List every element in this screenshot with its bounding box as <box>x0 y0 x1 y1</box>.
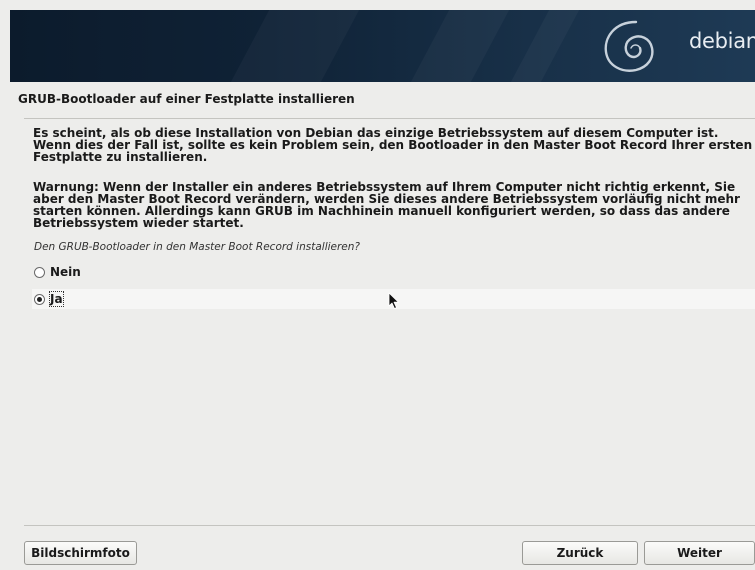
option-nein[interactable]: Nein <box>32 262 755 282</box>
brand-name: debian <box>689 29 755 53</box>
continue-button[interactable]: Weiter <box>644 541 755 565</box>
mouse-pointer-icon <box>388 292 399 309</box>
radio-selected-icon[interactable] <box>34 294 45 305</box>
question-prompt: Den GRUB-Bootloader in den Master Boot R… <box>34 241 360 253</box>
debian-wordmark: debian8 <box>689 29 755 53</box>
warning-paragraph: Warnung: Wenn der Installer ein anderes … <box>33 180 740 230</box>
debian-swirl-icon <box>604 20 654 72</box>
screenshot-button[interactable]: Bildschirmfoto <box>24 541 137 565</box>
page-title: GRUB-Bootloader auf einer Festplatte ins… <box>18 92 355 106</box>
radio-unselected-icon[interactable] <box>34 267 45 278</box>
option-label: Ja <box>49 291 64 307</box>
option-label: Nein <box>50 265 81 279</box>
back-button[interactable]: Zurück <box>522 541 638 565</box>
content-panel: Es scheint, als ob diese Installation vo… <box>24 118 755 526</box>
info-paragraph: Es scheint, als ob diese Installation vo… <box>33 126 753 164</box>
installer-banner: debian8 <box>10 10 755 82</box>
